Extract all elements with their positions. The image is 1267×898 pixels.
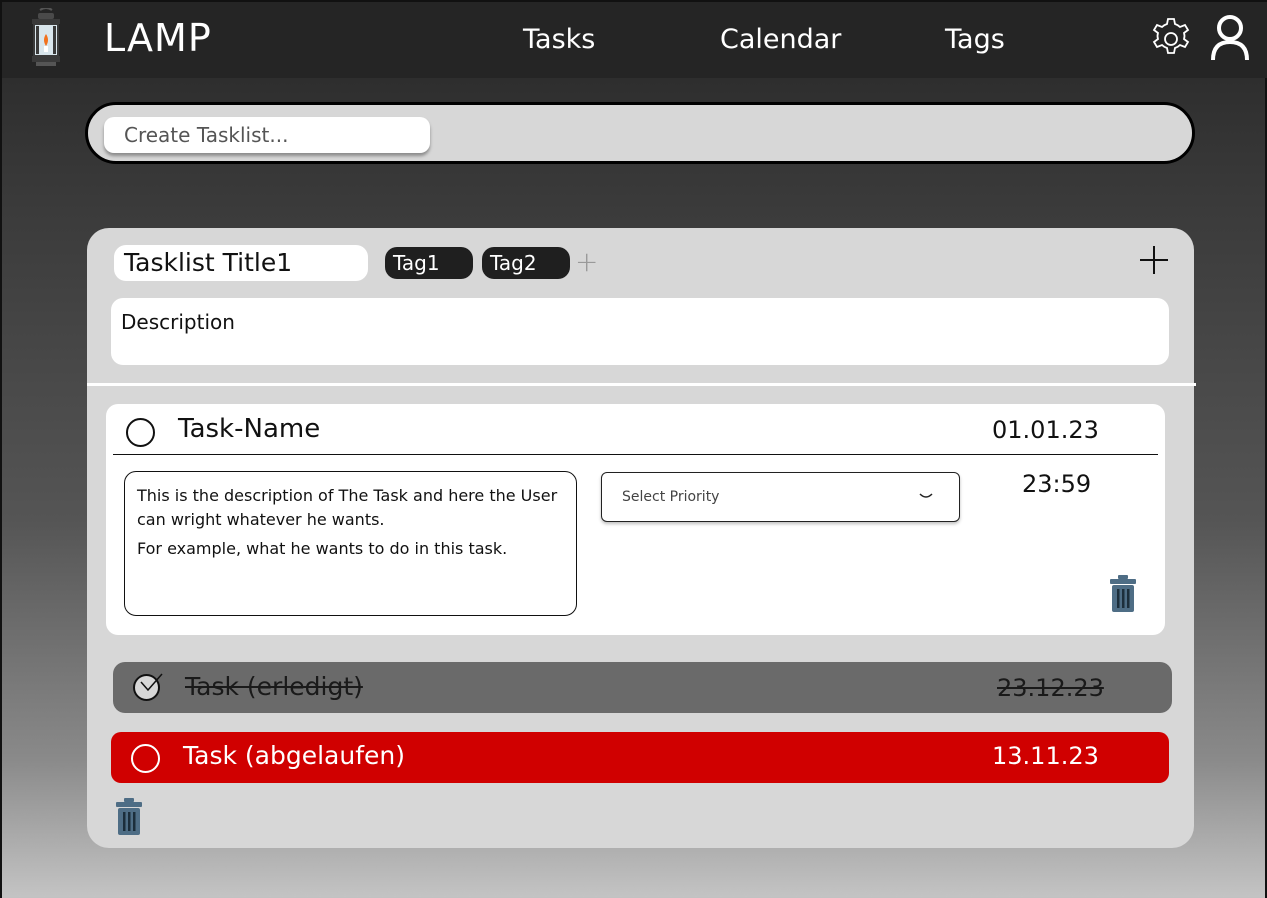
task-checkbox[interactable]: [126, 418, 155, 447]
tasklist-title[interactable]: Tasklist Title1: [114, 245, 368, 281]
trash-icon[interactable]: [1109, 575, 1137, 613]
divider: [113, 454, 1158, 455]
checkmark-icon: [140, 673, 163, 692]
divider: [87, 383, 1196, 386]
task-description-line: This is the description of The Task and …: [137, 486, 558, 529]
task-due-date: 01.01.23: [992, 416, 1099, 444]
user-icon[interactable]: [1210, 14, 1250, 62]
task-item-expired[interactable]: Task (abgelaufen) 13.11.23: [111, 732, 1169, 783]
tasklist-card: Tasklist Title1 Tag1 Tag2 + Description …: [87, 228, 1196, 848]
task-checkbox[interactable]: [131, 744, 160, 773]
task-description-line: For example, what he wants to do in this…: [137, 539, 508, 558]
add-tag-button[interactable]: +: [575, 244, 598, 280]
task-description-field[interactable]: This is the description of The Task and …: [124, 471, 577, 616]
task-item-expanded[interactable]: Task-Name 01.01.23 This is the descripti…: [106, 404, 1165, 635]
task-name: Task-Name: [178, 414, 321, 444]
gear-icon[interactable]: [1148, 16, 1194, 62]
nav-calendar[interactable]: Calendar: [720, 24, 841, 55]
create-tasklist-bar: [85, 102, 1195, 164]
tasklist-description[interactable]: Description: [111, 298, 1169, 365]
tag-chip[interactable]: Tag2: [482, 247, 570, 279]
task-due-date: 23.12.23: [997, 674, 1104, 702]
priority-select-label: Select Priority: [622, 489, 720, 505]
lantern-icon: [32, 8, 60, 66]
priority-select[interactable]: Select Priority: [601, 472, 960, 522]
add-task-plus-icon[interactable]: [1136, 242, 1172, 278]
chevron-down-icon: [919, 493, 933, 498]
task-name: Task (abgelaufen): [183, 741, 405, 770]
nav-tags[interactable]: Tags: [945, 24, 1005, 55]
top-navigation-bar: LAMP Tasks Calendar Tags: [2, 0, 1267, 78]
task-due-time: 23:59: [1022, 470, 1092, 498]
trash-icon[interactable]: [115, 798, 143, 836]
nav-tasks[interactable]: Tasks: [523, 24, 595, 55]
create-tasklist-input[interactable]: [104, 117, 430, 153]
task-item-done[interactable]: Task (erledigt) 23.12.23: [113, 662, 1172, 713]
app-brand: LAMP: [104, 16, 212, 60]
tag-chip[interactable]: Tag1: [385, 247, 473, 279]
task-name: Task (erledigt): [185, 672, 363, 701]
task-due-date: 13.11.23: [992, 742, 1099, 770]
